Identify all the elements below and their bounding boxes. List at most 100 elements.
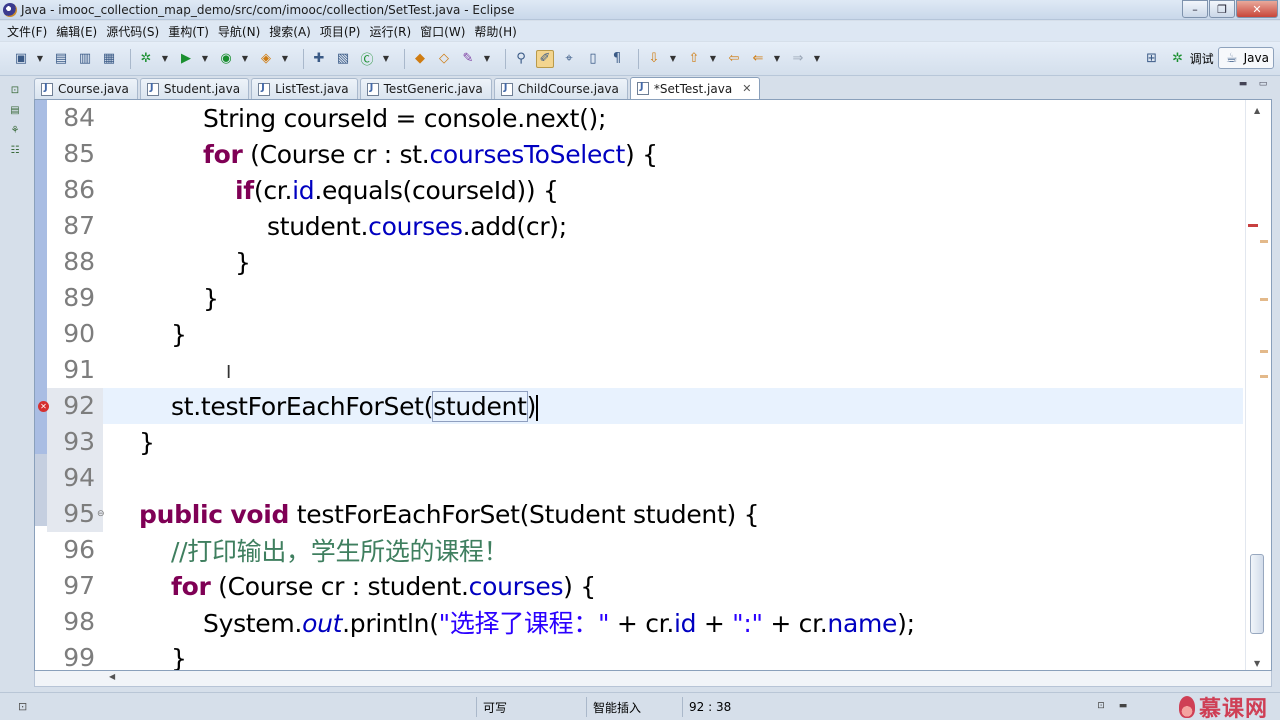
coverage-dropdown-icon[interactable]: ▼ xyxy=(241,50,249,68)
vertical-scrollbar-thumb[interactable] xyxy=(1250,554,1264,634)
minimize-icon[interactable]: ▬ xyxy=(1116,699,1130,713)
error-overview-mark[interactable] xyxy=(1248,224,1258,227)
back-dropdown-icon[interactable]: ▼ xyxy=(773,50,781,68)
new-class-dropdown-icon[interactable]: ▼ xyxy=(382,50,390,68)
code-line-89[interactable]: 89 } xyxy=(47,280,1243,316)
mark-occurrences-icon[interactable]: ✐ xyxy=(536,49,554,68)
external-tools-icon[interactable]: ◈ xyxy=(257,50,275,68)
code-line-86[interactable]: 86 if(cr.id.equals(courseId)) { xyxy=(47,172,1243,208)
occurrence-overview-mark[interactable] xyxy=(1260,298,1268,301)
debug-icon[interactable]: ✲ xyxy=(137,50,155,68)
back-icon[interactable]: ⇐ xyxy=(749,50,767,68)
code-line-98[interactable]: 98 System.out.println("选择了课程：" + cr.id +… xyxy=(47,604,1243,640)
menu-search[interactable]: 搜索(A) xyxy=(266,23,317,40)
restore-view-icon[interactable]: ⊡ xyxy=(8,83,22,97)
code-line-92-current[interactable]: ✕ 92 st.testForEachForSet(student) xyxy=(38,388,1243,424)
code-line-85[interactable]: 85 for (Course cr : st.coursesToSelect) … xyxy=(47,136,1243,172)
code-line-90[interactable]: 90 } xyxy=(47,316,1243,352)
open-type-icon[interactable]: ◆ xyxy=(411,50,429,68)
external-tools-dropdown-icon[interactable]: ▼ xyxy=(281,50,289,68)
toggle-breadcrumb-icon[interactable]: ⚲ xyxy=(512,50,530,68)
new-icon[interactable]: ▣ xyxy=(12,50,30,68)
new-package-icon[interactable]: ▧ xyxy=(334,50,352,68)
code-line-93[interactable]: 93 } xyxy=(47,424,1243,460)
search-icon[interactable]: ✎ xyxy=(459,50,477,68)
left-trim-bar: ⊡ ▤ ⚘ ☷ xyxy=(0,77,32,689)
previous-annotation-icon[interactable]: ⇧ xyxy=(685,50,703,68)
menu-window[interactable]: 窗口(W) xyxy=(417,23,471,40)
code-editor[interactable]: 84 String courseId = console.next(); 85 … xyxy=(34,99,1272,671)
tab-listtest-java[interactable]: ListTest.java xyxy=(251,78,358,99)
show-whitespace-icon[interactable]: ▯ xyxy=(584,50,602,68)
tab-student-java[interactable]: Student.java xyxy=(139,78,250,99)
print-icon[interactable]: ▦ xyxy=(100,50,118,68)
occurrence-overview-mark[interactable] xyxy=(1260,350,1268,353)
open-perspective-icon[interactable]: ⊞ xyxy=(1143,49,1161,67)
menu-run[interactable]: 运行(R) xyxy=(366,23,417,40)
menu-edit[interactable]: 编辑(E) xyxy=(53,23,103,40)
debug-dropdown-icon[interactable]: ▼ xyxy=(161,50,169,68)
save-icon[interactable]: ▤ xyxy=(52,50,70,68)
error-marker-icon[interactable]: ✕ xyxy=(38,400,49,412)
code-line-94[interactable]: 94 xyxy=(47,460,1243,496)
minimize-editor-icon[interactable]: ▬ xyxy=(1236,77,1250,91)
show-source-of-element-icon[interactable]: ¶ xyxy=(608,50,626,68)
close-tab-icon[interactable]: ✕ xyxy=(742,82,751,95)
menu-source[interactable]: 源代码(S) xyxy=(103,23,165,40)
close-window-button[interactable]: ✕ xyxy=(1236,0,1278,18)
code-line-87[interactable]: 87 student.courses.add(cr); xyxy=(47,208,1243,244)
menu-refactor[interactable]: 重构(T) xyxy=(165,23,215,40)
outline-icon[interactable]: ☷ xyxy=(8,143,22,157)
hierarchy-icon[interactable]: ⚘ xyxy=(8,123,22,137)
editor-tabs: Course.java Student.java ListTest.java T… xyxy=(34,77,1280,99)
code-text: for (Course cr : st.coursesToSelect) { xyxy=(203,139,658,169)
forward-icon[interactable]: ⇒ xyxy=(789,50,807,68)
new-class-icon[interactable]: Ⓒ xyxy=(358,50,376,68)
code-line-95[interactable]: 95 ⊖ public void testForEachForSet(Stude… xyxy=(47,496,1243,532)
toggle-block-selection-icon[interactable]: ⌖ xyxy=(560,50,578,68)
scroll-up-arrow-icon[interactable]: ▲ xyxy=(1254,106,1260,115)
fold-collapse-icon[interactable]: ⊖ xyxy=(97,509,105,519)
code-line-97[interactable]: 97 for (Course cr : student.courses) { xyxy=(47,568,1243,604)
overview-ruler[interactable]: ▲ ▼ xyxy=(1245,100,1271,670)
occurrence-overview-mark[interactable] xyxy=(1260,375,1268,378)
code-line-99[interactable]: 99 } xyxy=(47,640,1243,670)
maximize-button[interactable]: ❐ xyxy=(1209,0,1235,18)
run-dropdown-icon[interactable]: ▼ xyxy=(201,50,209,68)
package-explorer-icon[interactable]: ▤ xyxy=(8,103,22,117)
status-bar: ⊡ 可写 智能插入 92 : 38 ⊡ ▬ 慕课网 xyxy=(0,692,1280,720)
scroll-down-arrow-icon[interactable]: ▼ xyxy=(1254,659,1260,668)
previous-annotation-dropdown-icon[interactable]: ▼ xyxy=(709,50,717,68)
restore-icon[interactable]: ⊡ xyxy=(1094,699,1108,713)
minimize-button[interactable]: – xyxy=(1182,0,1208,18)
menu-navigate[interactable]: 导航(N) xyxy=(215,23,266,40)
tab-course-java[interactable]: Course.java xyxy=(34,78,138,99)
forward-dropdown-icon[interactable]: ▼ xyxy=(813,50,821,68)
run-icon[interactable]: ▶ xyxy=(177,50,195,68)
menu-file[interactable]: 文件(F) xyxy=(4,23,53,40)
debug-perspective-button[interactable]: ✲ 调试 xyxy=(1165,47,1218,69)
code-line-96[interactable]: 96 //打印输出，学生所选的课程！ xyxy=(47,532,1243,568)
next-annotation-icon[interactable]: ⇩ xyxy=(645,50,663,68)
save-all-icon[interactable]: ▥ xyxy=(76,50,94,68)
horizontal-scrollbar[interactable]: ◀ xyxy=(34,671,1272,687)
next-annotation-dropdown-icon[interactable]: ▼ xyxy=(669,50,677,68)
menu-project[interactable]: 项目(P) xyxy=(317,23,367,40)
scroll-left-arrow-icon[interactable]: ◀ xyxy=(109,672,115,681)
open-task-icon[interactable]: ◇ xyxy=(435,50,453,68)
code-line-88[interactable]: 88 } xyxy=(47,244,1243,280)
last-edit-location-icon[interactable]: ⇦ xyxy=(725,50,743,68)
java-perspective-button[interactable]: ☕ Java xyxy=(1217,47,1274,69)
new-java-project-icon[interactable]: ✚ xyxy=(310,50,328,68)
search-dropdown-icon[interactable]: ▼ xyxy=(483,50,491,68)
code-line-84[interactable]: 84 String courseId = console.next(); xyxy=(47,100,1243,136)
occurrence-overview-mark[interactable] xyxy=(1260,240,1268,243)
new-dropdown-icon[interactable]: ▼ xyxy=(36,50,44,68)
tab-testgeneric-java[interactable]: TestGeneric.java xyxy=(359,78,492,99)
menu-help[interactable]: 帮助(H) xyxy=(471,23,522,40)
coverage-icon[interactable]: ◉ xyxy=(217,50,235,68)
tab-childcourse-java[interactable]: ChildCourse.java xyxy=(493,78,628,99)
maximize-editor-icon[interactable]: ▭ xyxy=(1256,77,1270,91)
fast-view-icon[interactable]: ⊡ xyxy=(18,700,32,713)
tab-settest-java[interactable]: *SetTest.java ✕ xyxy=(629,77,761,99)
